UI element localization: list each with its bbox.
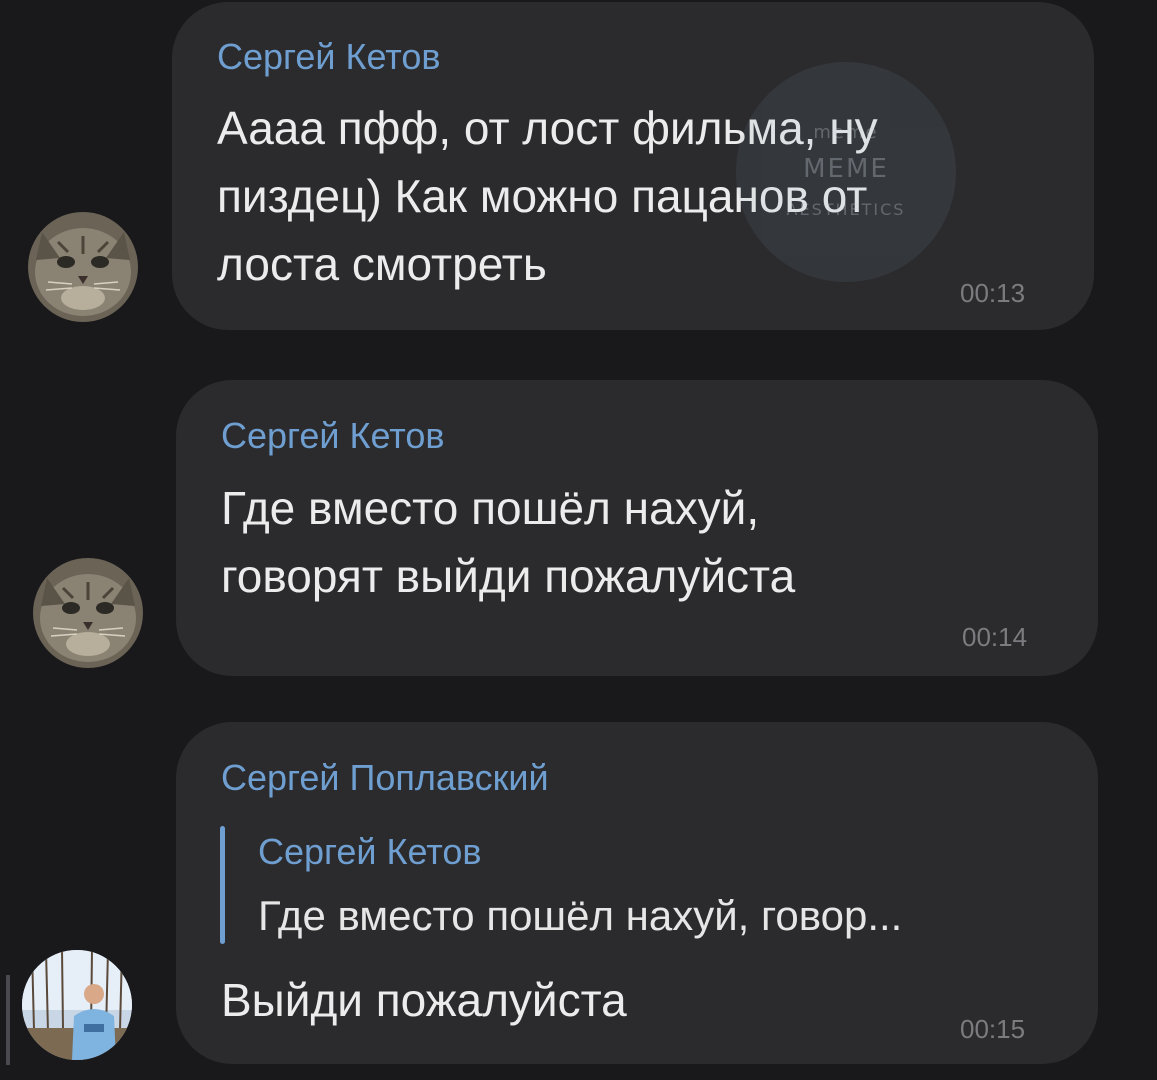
- message-time: 00:14: [962, 622, 1028, 652]
- message-sender[interactable]: Сергей Кетов: [217, 37, 441, 77]
- message-time: 00:15: [960, 1014, 1026, 1044]
- avatar[interactable]: [22, 950, 132, 1060]
- cat-avatar-icon: [28, 212, 138, 322]
- message-text-line: Выйди пожалуйста: [221, 974, 627, 1026]
- reply-quote-bar: [220, 826, 225, 944]
- avatar[interactable]: [33, 558, 143, 668]
- avatar[interactable]: [28, 212, 138, 322]
- message-bubble[interactable]: Сергей Кетов Где вместо пошёл нахуй, гов…: [176, 380, 1098, 676]
- watermark-line: meme: [813, 122, 879, 143]
- watermark-logo: meme MEME AESTHETICS: [736, 62, 956, 282]
- message-text-line: лоста смотреть: [217, 238, 547, 290]
- message-text-line: Где вместо пошёл нахуй,: [221, 482, 760, 534]
- watermark-line: MEME: [803, 154, 889, 184]
- message-bubble[interactable]: Сергей Поплавский Сергей Кетов Где вмест…: [176, 722, 1098, 1064]
- cat-avatar-icon: [33, 558, 143, 668]
- reply-text[interactable]: Где вместо пошёл нахуй, говор...: [258, 892, 902, 940]
- person-avatar-icon: [22, 950, 132, 1060]
- message-time: 00:13: [960, 278, 1026, 308]
- reply-sender[interactable]: Сергей Кетов: [258, 832, 482, 872]
- chat-view: Сергей Кетов Аааа пфф, от лост фильма, н…: [0, 0, 1157, 1080]
- message-sender[interactable]: Сергей Поплавский: [221, 758, 549, 798]
- screen-edge: [6, 975, 10, 1065]
- watermark-line: AESTHETICS: [786, 200, 906, 219]
- message-text-line: говорят выйди пожалуйста: [221, 550, 796, 602]
- message-sender[interactable]: Сергей Кетов: [221, 416, 445, 456]
